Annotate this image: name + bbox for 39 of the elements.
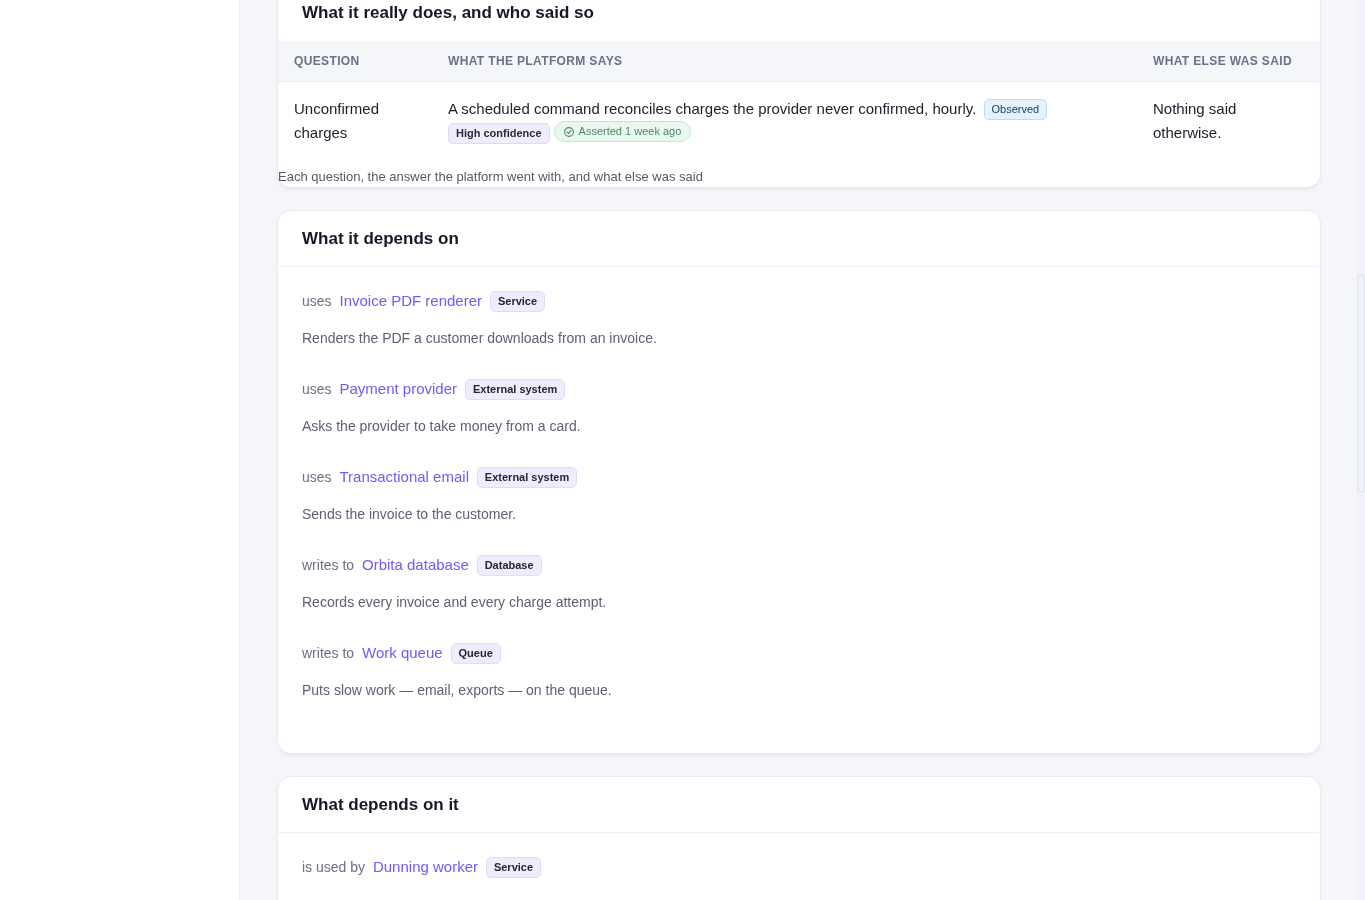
component-link[interactable]: Transactional email <box>339 467 469 485</box>
section-title: What depends on it <box>302 793 460 816</box>
component-link[interactable]: Payment provider <box>339 379 458 397</box>
relation-label: writes to <box>302 556 355 573</box>
dependency-description: Asks the provider to take money from a card. <box>302 416 582 436</box>
column-header: WHAT ELSE WAS SAID <box>1137 41 1320 81</box>
type-badge: Service <box>489 290 546 312</box>
type-badge: External system <box>464 378 566 400</box>
confidence-badge: High confidence <box>448 122 550 144</box>
scrollbar-thumb[interactable] <box>1357 275 1365 492</box>
section-title: What it depends on <box>302 227 460 250</box>
dependency-description: Renders the PDF a customer downloads from an invoice. <box>302 328 658 348</box>
column-header: WHAT THE PLATFORM SAYS <box>432 41 1137 81</box>
relation-label: uses <box>302 468 332 485</box>
column-header: QUESTION <box>278 41 432 81</box>
answer-text: A scheduled command reconciles charges the provider never confirmed, hourly. <box>448 99 977 117</box>
other-claims-cell: Nothing said otherwise. <box>1137 81 1320 162</box>
relation-label: uses <box>302 292 332 309</box>
question-cell: Unconfirmed charges <box>278 81 432 162</box>
check-circle-icon <box>563 126 574 137</box>
component-link[interactable]: Invoice PDF renderer <box>339 291 483 309</box>
status-text: Asserted 1 week ago <box>578 124 682 139</box>
dependency-description: Sends the invoice to the customer. <box>302 504 517 524</box>
evidence-badge: Observed <box>983 98 1048 120</box>
dependency-description: Records every invoice and every charge attempt. <box>302 592 608 612</box>
dependency-description: Puts slow work — email, exports — on the queue. <box>302 680 613 700</box>
relation-label: writes to <box>302 644 355 661</box>
table-caption: Each question, the answer the platform went with, and what else was said <box>278 167 704 186</box>
component-link[interactable]: Orbita database <box>362 555 469 573</box>
type-badge: Service <box>485 856 542 878</box>
component-link[interactable]: Work queue <box>362 643 443 661</box>
component-link[interactable]: Dunning worker <box>372 857 478 875</box>
relation-label: is used by <box>302 858 366 875</box>
relation-label: uses <box>302 380 332 397</box>
type-badge: Queue <box>450 642 501 664</box>
type-badge: Database <box>476 554 542 576</box>
scrollbar-track[interactable] <box>1357 0 1365 900</box>
section-title: What it really does, and who said so <box>302 2 595 24</box>
type-badge: External system <box>476 466 578 488</box>
